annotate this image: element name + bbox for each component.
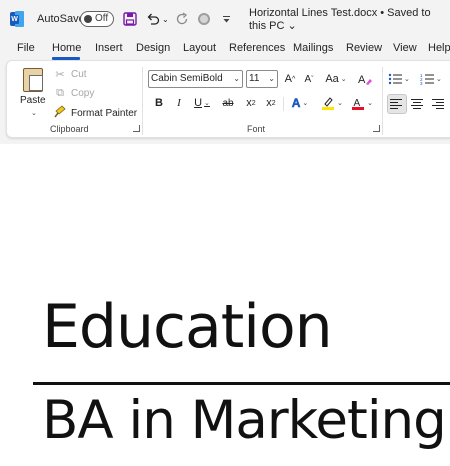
svg-text:A: A — [358, 74, 366, 86]
autosave-toggle[interactable]: Off — [80, 11, 114, 27]
italic-icon[interactable]: I — [172, 94, 186, 112]
font-color-icon[interactable]: A ⌄ — [349, 94, 375, 112]
customize-toolbar-icon[interactable] — [222, 0, 231, 38]
font-separator — [283, 97, 284, 111]
undo-icon[interactable] — [146, 0, 160, 38]
text-effects-icon[interactable]: A ⌄ — [287, 94, 313, 112]
tab-insert[interactable]: Insert — [95, 42, 123, 54]
paste-dropdown-icon[interactable]: ⌄ — [31, 109, 37, 117]
group-separator — [382, 67, 383, 135]
tab-mailings[interactable]: Mailings — [293, 42, 333, 54]
align-center-icon[interactable] — [407, 94, 427, 114]
undo-dropdown-icon[interactable]: ⌄ — [162, 0, 169, 38]
paste-button[interactable]: Paste ⌄ — [15, 65, 49, 119]
autosave-state: Off — [95, 13, 109, 24]
copy-button[interactable]: ⧉ Copy — [53, 84, 94, 102]
ribbon-tabs: File Home Insert Design Layout Reference… — [0, 38, 450, 60]
tab-layout[interactable]: Layout — [183, 42, 216, 54]
font-launcher-icon[interactable] — [373, 125, 380, 132]
subscript-icon[interactable]: x2 — [243, 94, 259, 112]
paintbrush-icon — [53, 105, 67, 121]
font-size-value: 11 — [249, 73, 260, 84]
paste-label: Paste — [20, 95, 46, 106]
tab-references[interactable]: References — [229, 42, 285, 54]
word-logo-icon: W — [10, 0, 24, 38]
change-case-icon[interactable]: Aa ⌄ — [323, 70, 349, 88]
align-left-icon[interactable] — [387, 94, 407, 114]
subheading-degree[interactable]: BA in Marketing — [42, 386, 447, 456]
font-group-label: Font — [247, 124, 266, 134]
cut-button[interactable]: ✂ Cut — [53, 65, 87, 83]
tab-file[interactable]: File — [17, 42, 35, 54]
align-right-icon[interactable] — [427, 94, 447, 114]
heading-education[interactable]: Education — [42, 287, 333, 367]
tab-help[interactable]: Help — [428, 42, 450, 54]
highlight-color-icon[interactable]: ⌄ — [319, 94, 345, 112]
clear-formatting-icon[interactable]: A — [356, 70, 374, 88]
copy-label: Copy — [71, 87, 95, 99]
shrink-font-icon[interactable]: Aˇ — [301, 70, 317, 88]
tab-view[interactable]: View — [393, 42, 417, 54]
format-painter-button[interactable]: Format Painter — [53, 104, 137, 122]
chevron-down-icon: ⌄ — [233, 74, 240, 83]
bullets-icon[interactable]: ⌄ — [388, 70, 410, 88]
underline-icon[interactable]: U ⌄ — [190, 94, 214, 112]
copy-icon: ⧉ — [56, 86, 64, 99]
toggle-knob — [84, 15, 92, 23]
paste-paper-icon — [29, 75, 43, 91]
font-name-combo[interactable]: Cabin SemiBold ⌄ — [148, 70, 243, 88]
document-title[interactable]: Horizontal Lines Test.docx • Saved to th… — [249, 0, 450, 38]
redo-icon[interactable] — [175, 0, 189, 38]
tab-review[interactable]: Review — [346, 42, 382, 54]
tab-home[interactable]: Home — [52, 42, 81, 54]
title-bar: W AutoSave Off ⌄ Horizontal Lines Test.d… — [0, 0, 450, 38]
save-icon[interactable] — [123, 0, 137, 38]
horizontal-rule — [33, 382, 450, 385]
svg-text:3: 3 — [420, 81, 423, 85]
chevron-down-icon: ⌄ — [268, 74, 275, 83]
group-separator — [142, 67, 143, 135]
document-canvas[interactable]: Education BA in Marketing — [0, 144, 450, 466]
strikethrough-icon[interactable]: ab — [220, 94, 236, 112]
font-size-combo[interactable]: 11 ⌄ — [246, 70, 278, 88]
font-name-value: Cabin SemiBold — [151, 73, 223, 84]
touch-mode-icon[interactable] — [198, 0, 210, 38]
numbering-icon[interactable]: 123 ⌄ — [420, 70, 442, 88]
grow-font-icon[interactable]: A ^ — [282, 70, 298, 88]
clipboard-launcher-icon[interactable] — [133, 125, 140, 132]
ribbon-home: Paste ⌄ ✂ Cut ⧉ Copy Format Painter Clip… — [6, 60, 450, 138]
bold-icon[interactable]: B — [152, 94, 166, 112]
autosave-label: AutoSave — [37, 13, 85, 25]
format-painter-label: Format Painter — [71, 107, 138, 119]
tab-design[interactable]: Design — [136, 42, 170, 54]
superscript-icon[interactable]: x2 — [263, 94, 279, 112]
clipboard-group-label: Clipboard — [50, 124, 89, 134]
cut-label: Cut — [71, 68, 87, 80]
scissors-icon: ✂ — [55, 68, 65, 81]
